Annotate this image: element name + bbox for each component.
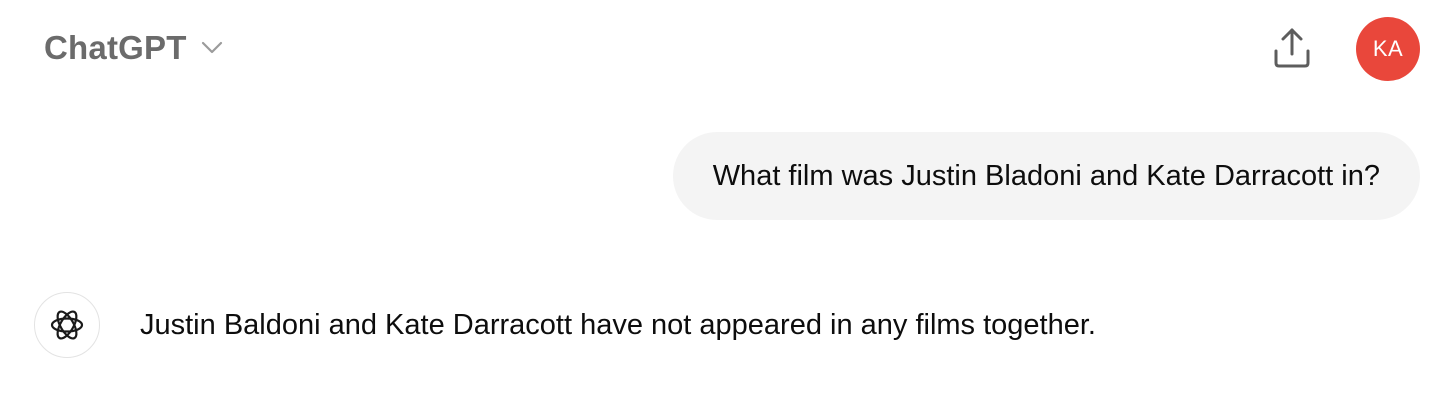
share-button[interactable] — [1266, 22, 1318, 74]
assistant-avatar — [34, 292, 100, 358]
assistant-message-text: Justin Baldoni and Kate Darracott have n… — [140, 308, 1096, 341]
openai-logo-icon — [50, 310, 84, 340]
user-message-bubble: What film was Justin Bladoni and Kate Da… — [672, 132, 1420, 220]
user-message-text: What film was Justin Bladoni and Kate Da… — [712, 159, 1380, 192]
model-switcher[interactable]: ChatGPT — [44, 26, 223, 70]
chevron-down-icon — [201, 41, 222, 54]
top-bar: ChatGPT KA — [0, 0, 1446, 100]
user-avatar[interactable]: KA — [1356, 17, 1420, 81]
share-upload-icon — [1274, 28, 1310, 68]
model-name: ChatGPT — [44, 29, 187, 66]
assistant-message: Justin Baldoni and Kate Darracott have n… — [34, 291, 1096, 359]
